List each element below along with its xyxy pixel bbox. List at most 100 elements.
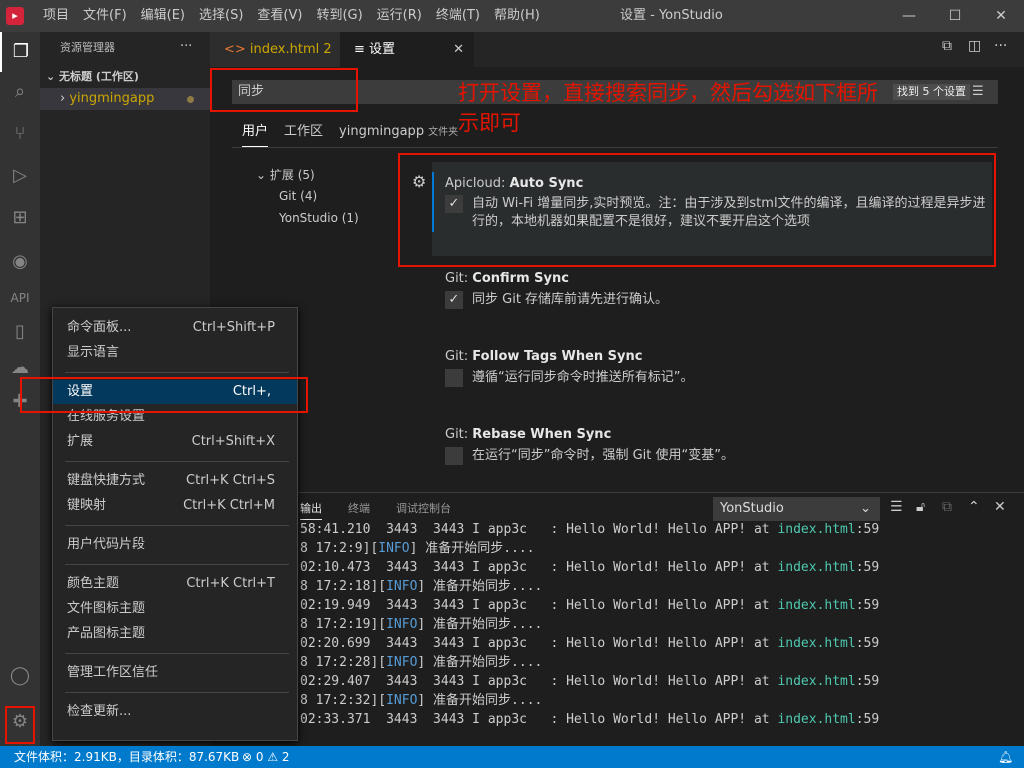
confirm-sync-checkbox[interactable]: ✓ [445, 291, 463, 309]
clear-output-icon[interactable]: ☰ [890, 499, 903, 515]
toc-yonstudio[interactable]: YonStudio (1) [279, 211, 359, 225]
menu-item-label: 键盘快捷方式 [67, 473, 146, 488]
preview-eye-icon[interactable]: ◉ [0, 242, 40, 282]
account-icon[interactable]: ◯ [0, 656, 40, 696]
output-channel-select[interactable]: YonStudio ⌄ [713, 497, 880, 521]
tab-index-html[interactable]: <> index.html 2 [210, 32, 340, 67]
log-line: 58:41.210 3443 3443 I app3c : Hello Worl… [300, 520, 1000, 539]
context-menu-item[interactable]: 命令面板... Ctrl+Shift+P [67, 316, 289, 340]
context-menu-item[interactable]: 管理工作区信任 [67, 661, 289, 685]
menu-item[interactable]: 项目 [36, 0, 76, 32]
context-menu-item[interactable]: 颜色主题 Ctrl+K Ctrl+T [67, 572, 289, 596]
modified-dot-icon [187, 96, 194, 103]
open-log-icon[interactable]: ⧉ [942, 499, 952, 515]
lock-scroll-icon[interactable]: 🔓︎ [916, 499, 925, 515]
context-menu-item[interactable]: 设置 Ctrl+, [53, 380, 297, 404]
auto-sync-checkbox[interactable]: ✓ [445, 195, 463, 213]
setting-category: Git: [445, 427, 473, 442]
menu-item[interactable]: 选择(S) [192, 0, 250, 32]
tab-folder[interactable]: yingmingapp 文件夹 [339, 122, 458, 143]
pages-icon[interactable]: ▯ [0, 312, 40, 352]
context-menu-item[interactable]: 产品图标主题 [67, 622, 289, 646]
menu-item[interactable]: 帮助(H) [487, 0, 547, 32]
toc-extensions[interactable]: ⌄ 扩展 (5) [256, 166, 315, 183]
log-file-link[interactable]: index.html [777, 636, 855, 651]
menu-item[interactable]: 转到(G) [309, 0, 369, 32]
log-text: ] 准备开始同步.... [417, 655, 543, 670]
tab-label: 设置 [369, 42, 396, 57]
log-file-link[interactable]: index.html [777, 522, 855, 537]
status-bar: 文件体积：2.91KB，目录体积：87.67KB ⊗ 0 ⚠ 2 🔔︎ [0, 746, 1024, 768]
log-file-link[interactable]: index.html [777, 674, 855, 689]
notifications-icon[interactable]: 🔔︎ [998, 746, 1013, 768]
more-actions-icon[interactable]: ··· [180, 32, 192, 62]
menu-item-shortcut: Ctrl+Shift+X [191, 434, 275, 449]
log-text: 02:10.473 3443 3443 I app3c : Hello Worl… [300, 560, 778, 575]
manage-gear-icon[interactable]: ⚙ [0, 702, 40, 742]
explorer-icon[interactable]: ❐ [0, 32, 40, 72]
log-line: 8 17:2:32][INFO] 准备开始同步.... [300, 691, 1000, 710]
tab-user[interactable]: 用户 [242, 122, 269, 147]
log-text: :59 [855, 712, 880, 727]
workspace-row[interactable]: ⌄ 无标题 (工作区) [40, 66, 210, 88]
maximize-panel-icon[interactable]: ⌃ [968, 499, 980, 515]
close-panel-icon[interactable]: ✕ [994, 499, 1006, 515]
setting-name: Confirm Sync [472, 271, 569, 286]
folder-row[interactable]: › yingmingapp [40, 88, 210, 110]
menu-item[interactable]: 运行(R) [370, 0, 429, 32]
context-menu-item[interactable]: 键映射 Ctrl+K Ctrl+M [67, 494, 289, 518]
menu-item[interactable]: 文件(F) [76, 0, 134, 32]
menu-item[interactable]: 终端(T) [429, 0, 487, 32]
context-menu-item[interactable]: 扩展 Ctrl+Shift+X [67, 430, 289, 454]
chevron-down-icon: ⌄ [46, 70, 60, 83]
setting-desc-line: 在运行“同步”命令时，强制 Git 使用“变基”。 [472, 448, 734, 463]
split-editor-icon[interactable]: ◫ [968, 38, 981, 54]
tab-workspace[interactable]: 工作区 [284, 122, 323, 142]
minimize-icon[interactable]: — [886, 0, 932, 32]
close-window-icon[interactable]: ✕ [978, 0, 1024, 32]
setting-gear-icon[interactable]: ⚙ [412, 172, 426, 191]
menu-item-label: 扩展 [67, 434, 94, 449]
size-info[interactable]: 文件体积：2.91KB，目录体积：87.67KB [14, 746, 239, 768]
problems-indicator[interactable]: ⊗ 0 ⚠ 2 [242, 746, 290, 768]
context-menu-item[interactable]: 显示语言 [67, 341, 289, 365]
plugin-icon[interactable]: ✚ [0, 382, 40, 422]
tab-terminal[interactable]: 终端 [348, 500, 370, 520]
run-debug-icon[interactable]: ▷ [0, 156, 40, 196]
context-menu-item[interactable]: 文件图标主题 [67, 597, 289, 621]
maximize-icon[interactable]: ☐ [932, 0, 978, 32]
log-file-link[interactable]: index.html [777, 712, 855, 727]
tab-debug-console[interactable]: 调试控制台 [396, 500, 451, 520]
more-editor-actions-icon[interactable]: ··· [994, 38, 1007, 54]
extensions-icon[interactable]: ⊞ [0, 198, 40, 238]
log-level: INFO [386, 617, 418, 632]
search-icon[interactable]: ⌕ [0, 72, 40, 112]
menu-item-label: 产品图标主题 [67, 626, 146, 641]
log-file-link[interactable]: index.html [777, 560, 855, 575]
menu-item[interactable]: 查看(V) [250, 0, 309, 32]
context-menu-item[interactable]: 在线服务设置 [67, 405, 289, 429]
log-line: 8 17:2:28][INFO] 准备开始同步.... [300, 653, 1000, 672]
open-json-icon[interactable]: ⧉ [942, 38, 952, 54]
divider [232, 147, 998, 148]
log-text: ] 准备开始同步.... [417, 579, 543, 594]
filter-icon[interactable]: ☰ [972, 84, 984, 99]
context-menu-item[interactable]: 键盘快捷方式 Ctrl+K Ctrl+S [67, 469, 289, 493]
menu-item[interactable]: 编辑(E) [134, 0, 192, 32]
tab-output[interactable]: 输出 [300, 500, 322, 520]
source-control-icon[interactable]: ⑂ [0, 114, 40, 154]
tab-settings[interactable]: ≡ 设置 ✕ [340, 32, 474, 67]
menu-item-label: 键映射 [67, 498, 107, 513]
context-menu-item[interactable]: 用户代码片段 [67, 533, 289, 557]
log-line: 02:33.371 3443 3443 I app3c : Hello Worl… [300, 710, 1000, 729]
follow-tags-checkbox[interactable] [445, 369, 463, 387]
close-tab-icon[interactable]: ✕ [453, 32, 464, 67]
chevron-down-icon: ⌄ [256, 168, 270, 182]
toc-git[interactable]: Git (4) [279, 189, 317, 203]
menu-item-label: 显示语言 [67, 345, 120, 360]
activity-bar: ❐ ⌕ ⑂ ▷ ⊞ ◉ API ▯ ☁ ✚ ◯ ⚙ [0, 32, 40, 746]
context-menu-item[interactable]: 检查更新... [67, 700, 289, 724]
setting-category: Git: [445, 349, 473, 364]
log-file-link[interactable]: index.html [777, 598, 855, 613]
rebase-sync-checkbox[interactable] [445, 447, 463, 465]
